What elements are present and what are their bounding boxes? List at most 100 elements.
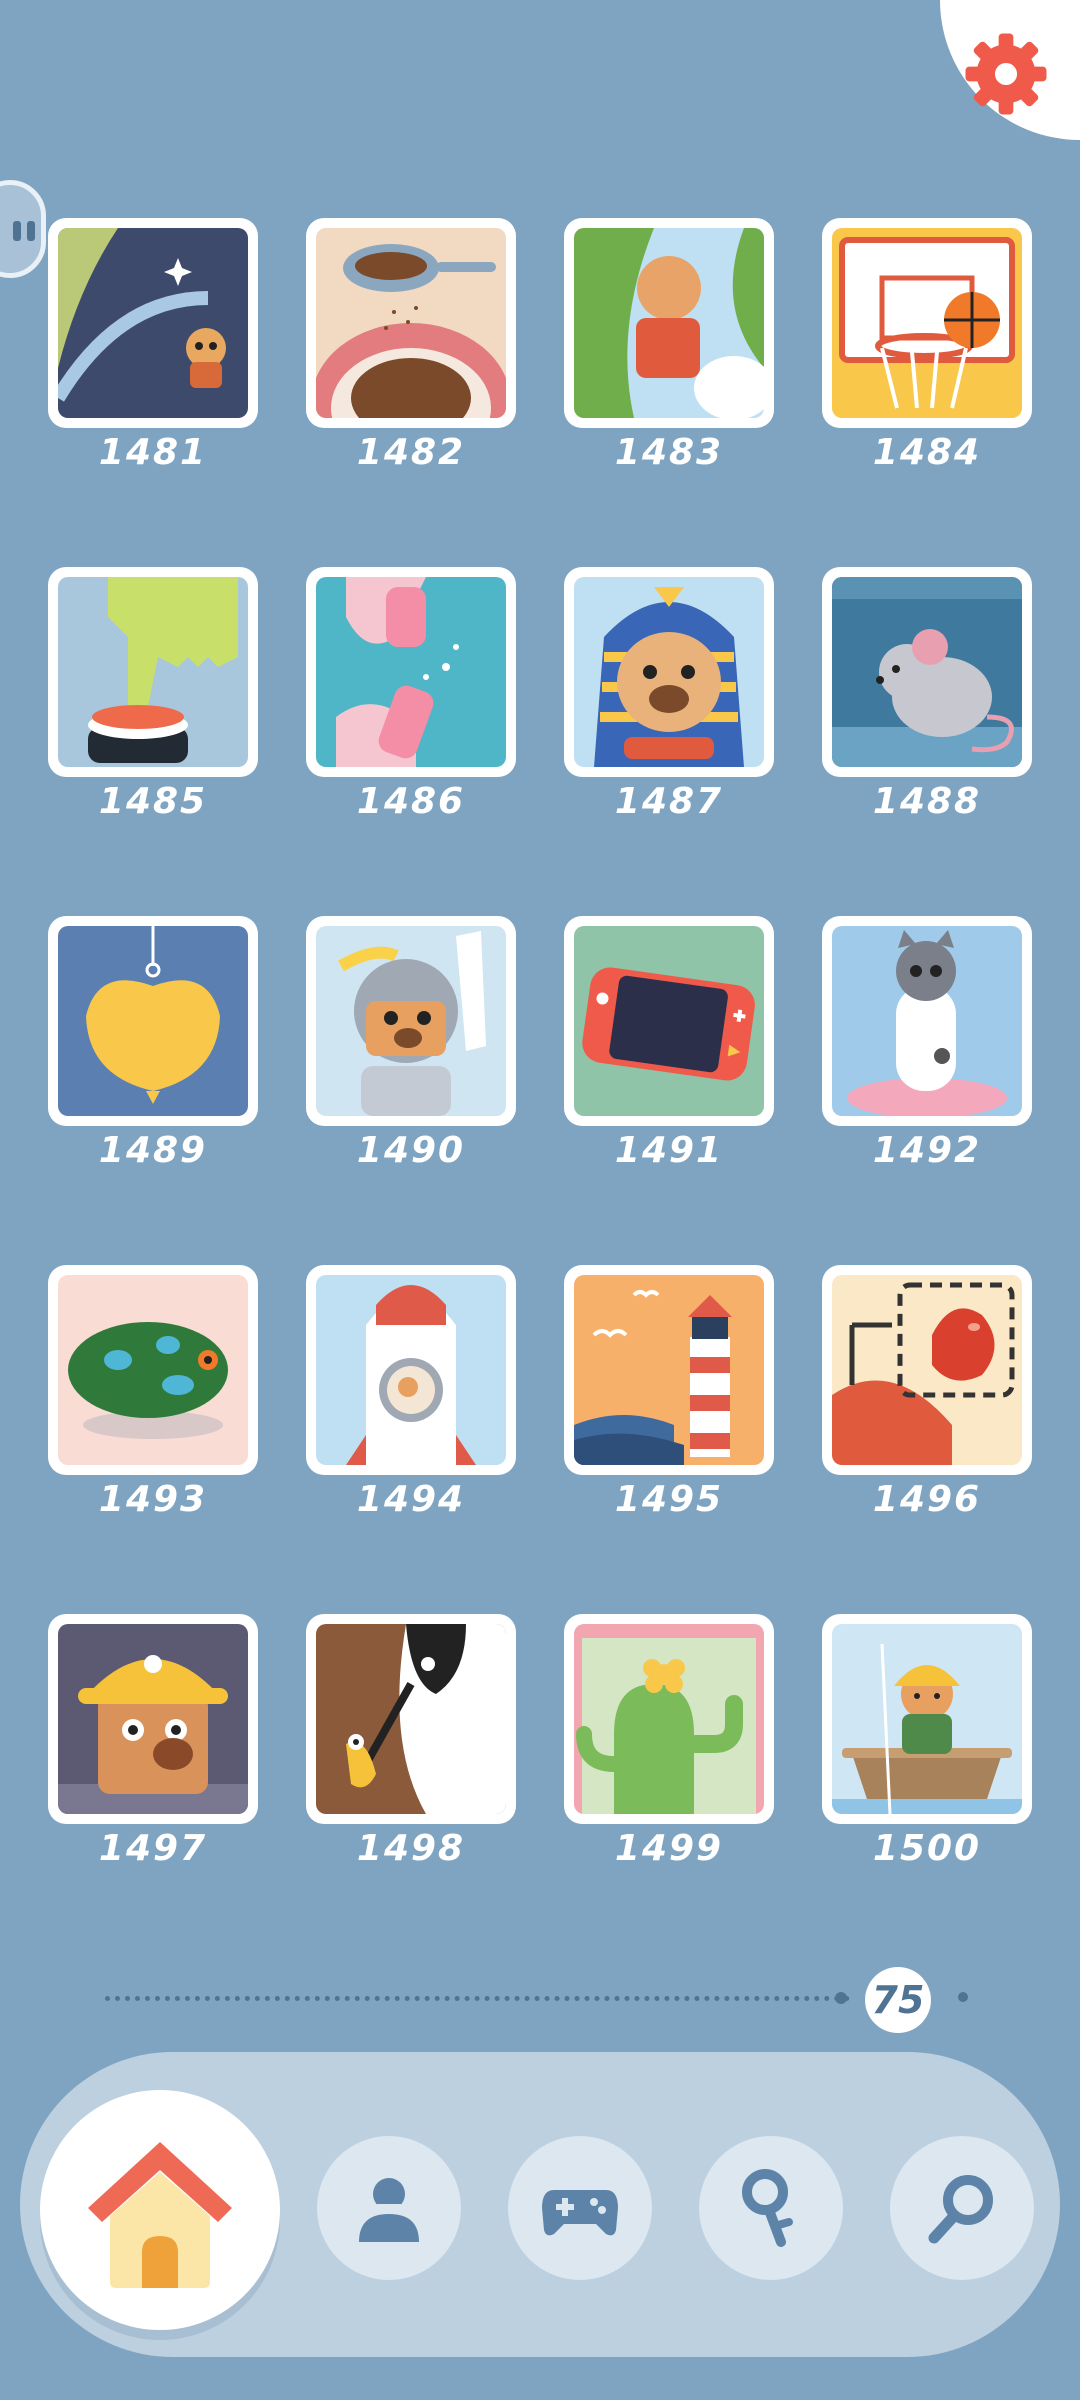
gamepad-icon xyxy=(542,2190,618,2236)
level-number: 1491 xyxy=(614,1130,724,1171)
level-number: 1486 xyxy=(356,781,466,822)
level-thumbnail xyxy=(822,567,1032,777)
level-number: 1482 xyxy=(356,432,466,473)
level-number: 1488 xyxy=(872,781,982,822)
page-scroller[interactable]: 75 xyxy=(105,1967,985,2033)
level-thumbnail xyxy=(564,567,774,777)
level-card-1485[interactable]: 1485 xyxy=(48,567,258,822)
level-number: 1498 xyxy=(356,1828,466,1869)
pink-popsicles-illustration xyxy=(316,577,506,767)
level-number: 1483 xyxy=(614,432,724,473)
level-thumbnail xyxy=(564,1614,774,1824)
space-cat-illustration xyxy=(58,228,248,418)
level-thumbnail xyxy=(48,567,258,777)
green-frog-illustration xyxy=(58,1275,248,1465)
level-thumbnail xyxy=(48,916,258,1126)
level-card-1497[interactable]: 1497 xyxy=(48,1614,258,1869)
level-card-1486[interactable]: 1486 xyxy=(306,567,516,822)
level-thumbnail xyxy=(306,567,516,777)
handle-bar xyxy=(27,221,35,241)
level-number: 1493 xyxy=(98,1479,208,1520)
level-thumbnail xyxy=(48,1265,258,1475)
level-number: 1492 xyxy=(872,1130,982,1171)
level-thumbnail xyxy=(822,916,1032,1126)
bottom-navigation xyxy=(20,2052,1060,2357)
level-number: 1485 xyxy=(98,781,208,822)
level-card-1499[interactable]: 1499 xyxy=(564,1614,774,1869)
lighthouse-illustration xyxy=(574,1275,764,1465)
level-number: 1497 xyxy=(98,1828,208,1869)
next-page-dot[interactable] xyxy=(958,1992,968,2002)
cat-on-cushion-illustration xyxy=(832,926,1022,1116)
search-icon xyxy=(928,2175,993,2244)
level-thumbnail xyxy=(564,218,774,428)
meat-cut-illustration xyxy=(832,1275,1022,1465)
page-track xyxy=(105,1996,850,2001)
level-card-1495[interactable]: 1495 xyxy=(564,1265,774,1520)
climbing-vine-illustration xyxy=(574,228,764,418)
level-thumbnail xyxy=(306,916,516,1126)
grey-mouse-illustration xyxy=(832,577,1022,767)
woodpecker-illustration xyxy=(316,1624,506,1814)
level-thumbnail xyxy=(822,218,1032,428)
level-number: 1499 xyxy=(614,1828,724,1869)
handle-bar xyxy=(13,221,21,241)
yellow-balloon-illustration xyxy=(58,926,248,1116)
rocket-illustration xyxy=(316,1275,506,1465)
sushi-wasabi-illustration xyxy=(58,577,248,767)
level-card-1487[interactable]: 1487 xyxy=(564,567,774,822)
search-button[interactable] xyxy=(890,2136,1034,2280)
miner-cat-illustration xyxy=(58,1624,248,1814)
level-thumbnail xyxy=(822,1614,1032,1824)
level-number: 1489 xyxy=(98,1130,208,1171)
level-thumbnail xyxy=(48,1614,258,1824)
key-button[interactable] xyxy=(699,2136,843,2280)
knight-cat-illustration xyxy=(316,926,506,1116)
games-button[interactable] xyxy=(508,2136,652,2280)
level-card-1494[interactable]: 1494 xyxy=(306,1265,516,1520)
level-card-1489[interactable]: 1489 xyxy=(48,916,258,1171)
fishing-cat-boat-illustration xyxy=(832,1624,1022,1814)
level-number: 1490 xyxy=(356,1130,466,1171)
level-thumbnail xyxy=(48,218,258,428)
level-number: 1487 xyxy=(614,781,724,822)
settings-button[interactable] xyxy=(960,28,1052,120)
level-card-1483[interactable]: 1483 xyxy=(564,218,774,473)
level-card-1491[interactable]: 1491 xyxy=(564,916,774,1171)
basketball-hoop-illustration xyxy=(832,228,1022,418)
level-number: 1496 xyxy=(872,1479,982,1520)
level-number: 1495 xyxy=(614,1479,724,1520)
level-number: 1481 xyxy=(98,432,208,473)
gear-icon xyxy=(965,33,1047,115)
level-card-1492[interactable]: 1492 xyxy=(822,916,1032,1171)
level-thumbnail xyxy=(306,218,516,428)
level-card-1490[interactable]: 1490 xyxy=(306,916,516,1171)
cocoa-sieve-illustration xyxy=(316,228,506,418)
level-number: 1494 xyxy=(356,1479,466,1520)
current-page-badge[interactable]: 75 xyxy=(865,1967,931,2033)
level-card-1500[interactable]: 1500 xyxy=(822,1614,1032,1869)
level-thumbnail xyxy=(564,1265,774,1475)
level-card-1484[interactable]: 1484 xyxy=(822,218,1032,473)
user-icon xyxy=(359,2178,419,2242)
level-thumbnail xyxy=(306,1265,516,1475)
home-icon xyxy=(88,2142,232,2288)
level-card-1481[interactable]: 1481 xyxy=(48,218,258,473)
settings-corner xyxy=(940,0,1080,140)
level-number: 1484 xyxy=(872,432,982,473)
level-card-1496[interactable]: 1496 xyxy=(822,1265,1032,1520)
home-button[interactable] xyxy=(40,2090,280,2330)
profile-button[interactable] xyxy=(317,2136,461,2280)
level-thumbnail xyxy=(822,1265,1032,1475)
level-card-1493[interactable]: 1493 xyxy=(48,1265,258,1520)
handheld-console-illustration xyxy=(574,926,764,1116)
level-thumbnail xyxy=(306,1614,516,1824)
level-card-1498[interactable]: 1498 xyxy=(306,1614,516,1869)
side-drawer-handle[interactable] xyxy=(0,180,46,278)
level-card-1488[interactable]: 1488 xyxy=(822,567,1032,822)
level-card-1482[interactable]: 1482 xyxy=(306,218,516,473)
level-number: 1500 xyxy=(872,1828,982,1869)
cactus-frame-illustration xyxy=(574,1624,764,1814)
level-thumbnail xyxy=(564,916,774,1126)
pharaoh-cat-illustration xyxy=(574,577,764,767)
